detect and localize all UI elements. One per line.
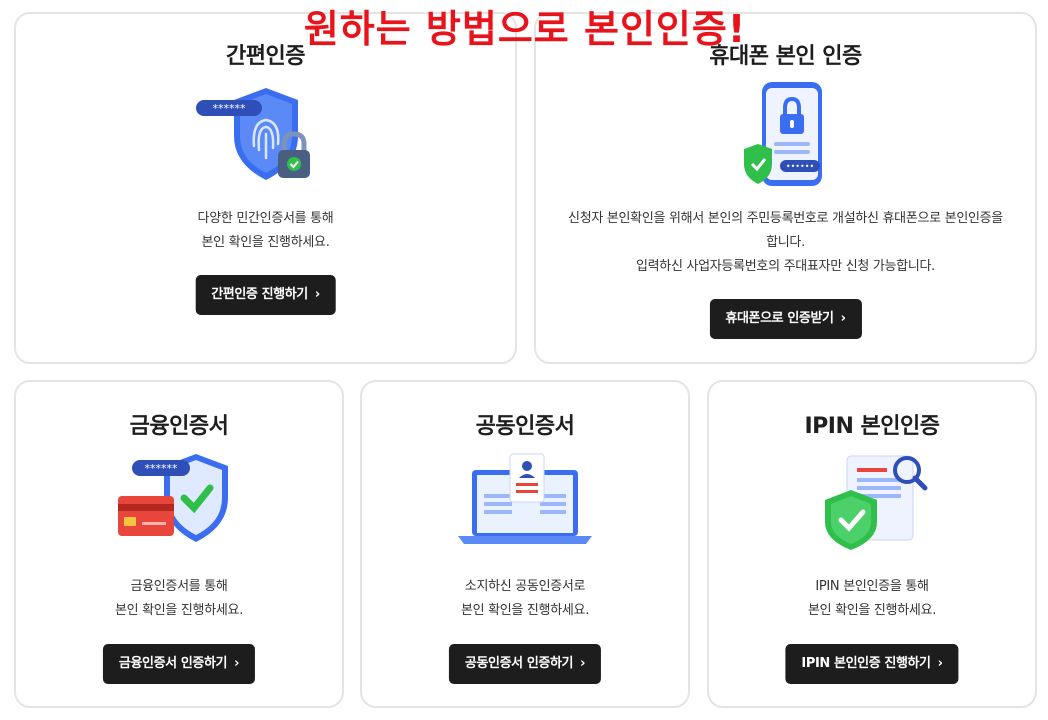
card-title: 금융인증서 <box>129 414 229 439</box>
desc-line: 입력하신 사업자등록번호의 주대표자만 신청 가능합니다. <box>635 259 935 274</box>
phone-auth-card: 휴대폰 본인 인증 •••••• 신청자 본인확인을 위해서 본인의 주민등록번… <box>534 12 1037 364</box>
chevron-right-icon: › <box>234 656 240 671</box>
desc-line: 신청자 본인확인을 위해서 본인의 주민등록번호로 개설하신 휴대폰으로 본인인… <box>568 211 1003 226</box>
svg-text:••••••: •••••• <box>785 162 813 171</box>
document-magnifier-shield-icon <box>825 455 928 550</box>
financial-cert-button[interactable]: 금융인증서 인증하기 › <box>102 644 256 684</box>
card-title: IPIN 본인인증 <box>804 414 940 439</box>
button-label: 금융인증서 인증하기 <box>118 656 228 671</box>
joint-cert-card: 공동인증서 소지하신 공동인증서로 본인 확인을 진행하세요. 공동인증서 인증… <box>360 380 690 708</box>
desc-line: 소지하신 공동인증서로 <box>464 579 586 594</box>
button-label: 간편인증 진행하기 <box>211 287 308 302</box>
chevron-right-icon: › <box>314 287 320 302</box>
desc-line: 본인 확인을 진행하세요. <box>114 603 244 618</box>
card-shield-icon: ****** <box>118 454 228 542</box>
chevron-right-icon: › <box>937 656 943 671</box>
desc-line: 합니다. <box>766 235 805 250</box>
phone-auth-button[interactable]: 휴대폰으로 인증받기 › <box>709 299 862 339</box>
card-description: 신청자 본인확인을 위해서 본인의 주민등록번호로 개설하신 휴대폰으로 본인인… <box>546 207 1025 279</box>
card-description: IPIN 본인인증을 통해 본인 확인을 진행하세요. <box>719 575 1025 623</box>
desc-line: 금융인증서를 통해 <box>130 579 228 594</box>
button-label: 공동인증서 인증하기 <box>464 656 574 671</box>
svg-text:******: ****** <box>145 462 179 475</box>
card-description: 금융인증서를 통해 본인 확인을 진행하세요. <box>26 575 332 623</box>
simple-auth-card: 간편인증 ****** 다양한 민간인증서를 통해 본인 확인을 진행하세요. … <box>14 12 517 364</box>
page-headline: 원하는 방법으로 본인인증! <box>303 7 747 51</box>
simple-auth-button[interactable]: 간편인증 진행하기 › <box>195 275 336 315</box>
chevron-right-icon: › <box>840 311 846 326</box>
desc-line: IPIN 본인인증을 통해 <box>815 579 929 594</box>
laptop-certificate-icon <box>458 453 592 544</box>
masked-password: ****** <box>212 102 246 115</box>
phone-lock-icon: •••••• <box>743 82 822 186</box>
desc-line: 본인 확인을 진행하세요. <box>460 603 590 618</box>
fingerprint-shield-lock-icon: ****** <box>195 88 310 180</box>
chevron-right-icon: › <box>580 656 586 671</box>
button-label: IPIN 본인인증 진행하기 <box>801 656 931 671</box>
card-description: 다양한 민간인증서를 통해 본인 확인을 진행하세요. <box>26 207 505 255</box>
desc-line: 본인 확인을 진행하세요. <box>807 603 937 618</box>
card-title: 공동인증서 <box>475 414 575 439</box>
card-description: 소지하신 공동인증서로 본인 확인을 진행하세요. <box>372 575 678 623</box>
desc-line: 본인 확인을 진행하세요. <box>201 235 330 250</box>
financial-cert-card: 금융인증서 ****** 금융인증서를 통해 본인 확인을 진행하세요. 금융인… <box>14 380 344 708</box>
ipin-auth-card: IPIN 본인인증 IPIN 본인인증을 통해 본인 확인을 진행하세요. IP… <box>707 380 1037 708</box>
ipin-auth-button[interactable]: IPIN 본인인증 진행하기 › <box>785 644 959 684</box>
desc-line: 다양한 민간인증서를 통해 <box>197 211 334 226</box>
joint-cert-button[interactable]: 공동인증서 인증하기 › <box>448 644 602 684</box>
button-label: 휴대폰으로 인증받기 <box>725 311 834 326</box>
